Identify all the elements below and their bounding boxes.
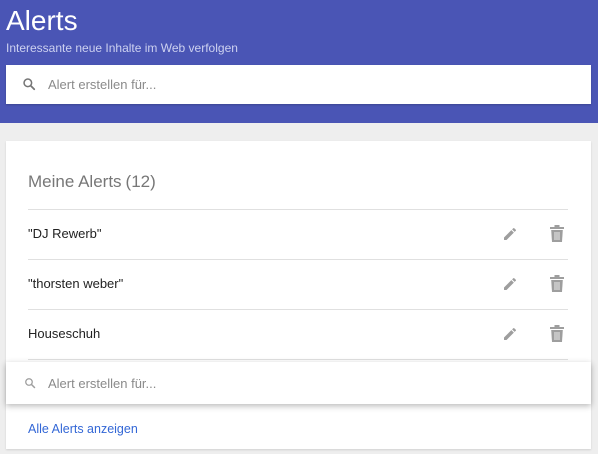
inline-create-alert-input[interactable] (48, 362, 583, 404)
my-alerts-title: Meine Alerts (28, 172, 122, 191)
alert-label: Houseschuh (28, 326, 101, 341)
alert-list: "DJ Rewerb" "thorsten weber" Houseschuh (28, 209, 568, 360)
my-alerts-count: (12) (125, 172, 156, 191)
pencil-icon[interactable] (502, 326, 518, 342)
trash-icon[interactable] (550, 225, 564, 242)
list-divider (28, 359, 568, 360)
create-alert-search-bar[interactable] (6, 65, 591, 104)
create-alert-input[interactable] (48, 65, 583, 104)
pencil-icon[interactable] (502, 226, 518, 242)
trash-icon[interactable] (550, 275, 564, 292)
show-all-alerts-link[interactable]: Alle Alerts anzeigen (28, 422, 138, 436)
search-icon (25, 378, 36, 389)
trash-icon[interactable] (550, 325, 564, 342)
my-alerts-heading: Meine Alerts (12) (28, 171, 156, 193)
alert-row[interactable]: "thorsten weber" (28, 259, 568, 309)
alert-row[interactable]: "DJ Rewerb" (28, 209, 568, 259)
app-title: Alerts (6, 5, 78, 36)
pencil-icon[interactable] (502, 276, 518, 292)
alert-row[interactable]: Houseschuh (28, 309, 568, 359)
header-bar: Alerts Interessante neue Inhalte im Web … (0, 0, 598, 123)
alert-label: "DJ Rewerb" (28, 226, 102, 241)
search-icon (23, 78, 36, 91)
inline-create-alert-bar[interactable] (6, 362, 591, 404)
app-subtitle: Interessante neue Inhalte im Web verfolg… (6, 41, 238, 55)
alert-label: "thorsten weber" (28, 276, 124, 291)
